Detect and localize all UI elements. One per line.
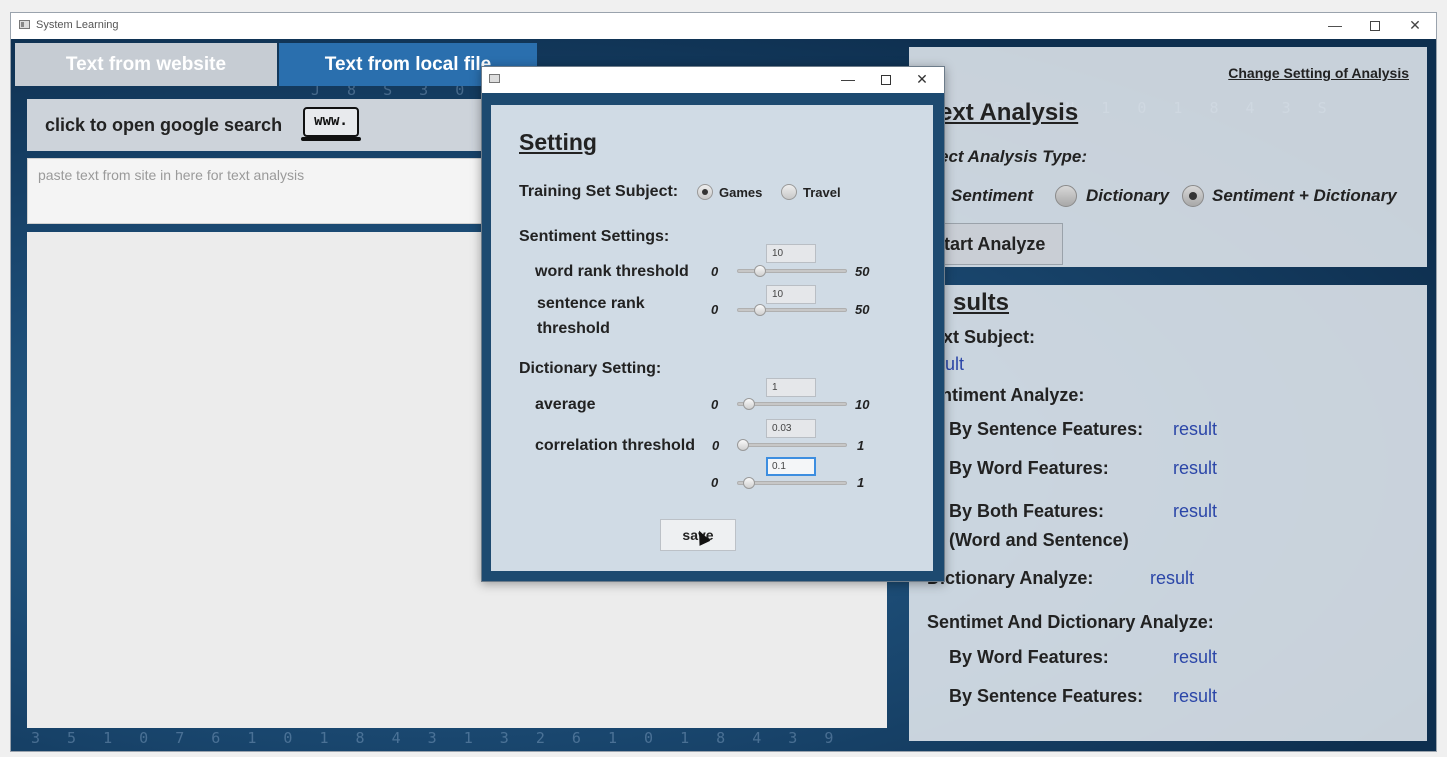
correlation-value-field[interactable]: 0.03 (766, 419, 816, 438)
option-sentiment-dictionary-label[interactable]: Sentiment + Dictionary (1212, 186, 1397, 206)
average-slider-thumb[interactable] (743, 398, 755, 410)
correlation-label: correlation threshold (535, 437, 696, 454)
analysis-title: ext Analysis (939, 99, 1079, 126)
setting-title: Setting (519, 129, 597, 155)
minimize-button[interactable]: — (1316, 13, 1354, 39)
word-rank-slider-thumb[interactable] (754, 265, 766, 277)
by-both-sublabel: (Word and Sentence) (949, 530, 1129, 550)
correlation-min: 0 (712, 438, 720, 453)
results-title: sults (953, 289, 1010, 316)
setting-panel: Setting Training Set Subject: Games Trav… (491, 105, 933, 571)
average-value-field[interactable]: 1 (766, 378, 816, 397)
by-both-label: By Both Features: (949, 501, 1105, 521)
select-type-label: ect Analysis Type: (939, 147, 1088, 166)
title-bar: System Learning — ✕ (11, 13, 1436, 39)
dialog-maximize-button[interactable] (868, 67, 904, 93)
dialog-minimize-button[interactable]: — (830, 67, 866, 93)
word-rank-label: word rank threshold (535, 263, 689, 280)
correlation-slider-thumb[interactable] (737, 439, 749, 451)
text-subject-label: xt Subject: (943, 327, 1036, 347)
sentiment-settings-label: Sentiment Settings: (519, 228, 670, 245)
radio-travel[interactable] (781, 184, 797, 200)
option-dictionary-label[interactable]: Dictionary (1086, 186, 1169, 206)
extra-max: 1 (857, 475, 865, 490)
sentence-rank-slider-thumb[interactable] (754, 304, 766, 316)
correlation-max: 1 (857, 438, 865, 453)
dialog-app-icon (489, 74, 500, 83)
app-icon (19, 20, 30, 29)
by-word-value: result (1173, 458, 1218, 478)
analysis-panel: Change Setting of Analysis ext Analysis … (909, 47, 1427, 267)
sd-by-sentence-label: By Sentence Features: (949, 686, 1144, 706)
extra-value-field[interactable]: 0.1 (766, 457, 816, 476)
radio-games[interactable] (697, 184, 713, 200)
close-button[interactable]: ✕ (1396, 13, 1434, 39)
by-word-label: By Word Features: (949, 458, 1109, 478)
radio-dictionary[interactable] (1055, 185, 1077, 207)
average-label: average (535, 396, 596, 413)
maximize-button[interactable] (1356, 13, 1394, 39)
sentence-rank-label: sentence rank (537, 295, 645, 312)
radio-travel-label[interactable]: Travel (803, 185, 841, 200)
sd-by-word-label: By Word Features: (949, 647, 1109, 667)
dictionary-analyze-label: Dictionary Analyze: (927, 568, 1094, 588)
sentence-rank-max: 50 (855, 302, 870, 317)
average-min: 0 (711, 397, 719, 412)
dictionary-analyze-value: result (1150, 568, 1195, 588)
radio-sentiment-dictionary[interactable] (1182, 185, 1204, 207)
by-both-value: result (1173, 501, 1218, 521)
sentence-rank-min: 0 (711, 302, 719, 317)
dialog-title-bar: — ✕ (482, 67, 944, 93)
word-rank-min: 0 (711, 264, 719, 279)
training-set-label: Training Set Subject: (519, 183, 679, 200)
background-digits: 3 5 1 0 7 6 1 0 1 8 4 3 1 3 2 6 1 0 1 8 … (31, 729, 843, 747)
dictionary-setting-label: Dictionary Setting: (519, 360, 662, 377)
extra-min: 0 (711, 475, 719, 490)
extra-slider-thumb[interactable] (743, 477, 755, 489)
results-panel: sults xt Subject: ult ntiment Analyze: B… (909, 285, 1427, 741)
by-sentence-label: By Sentence Features: (949, 419, 1144, 439)
sd-by-word-value: result (1173, 647, 1218, 667)
average-max: 10 (855, 397, 870, 412)
sentence-rank-value-field[interactable]: 10 (766, 285, 816, 304)
setting-dialog: — ✕ Setting Training Set Subject: Games … (481, 66, 945, 582)
text-subject-value: ult (945, 354, 965, 374)
sentiment-analyze-label: ntiment Analyze: (941, 385, 1085, 405)
window-title: System Learning (36, 19, 119, 31)
correlation-slider-track[interactable] (737, 443, 847, 447)
www-icon[interactable]: www. (301, 107, 361, 141)
google-search-label: click to open google search (45, 115, 283, 135)
option-sentiment-label[interactable]: Sentiment (951, 186, 1033, 206)
sd-by-sentence-value: result (1173, 686, 1218, 706)
word-rank-value-field[interactable]: 10 (766, 244, 816, 263)
change-setting-link[interactable]: Change Setting of Analysis (1228, 65, 1409, 81)
by-sentence-value: result (1173, 419, 1218, 439)
dialog-close-button[interactable]: ✕ (904, 67, 940, 93)
sentiment-dictionary-label: Sentimet And Dictionary Analyze: (927, 612, 1214, 632)
tab-text-from-website[interactable]: Text from website (15, 43, 277, 86)
word-rank-max: 50 (855, 264, 870, 279)
radio-games-label[interactable]: Games (719, 185, 762, 200)
sentence-rank-label-2: threshold (537, 320, 610, 337)
